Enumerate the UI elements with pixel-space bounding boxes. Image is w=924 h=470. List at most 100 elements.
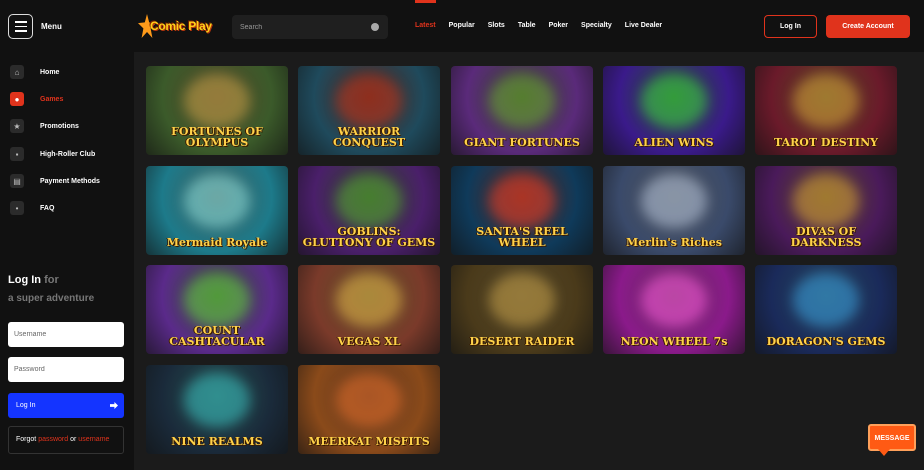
game-tile[interactable]: WARRIOR CONQUEST	[298, 66, 440, 155]
game-art	[641, 174, 707, 228]
sidebar-item-payment-methods[interactable]: ▤ Payment Methods	[10, 173, 100, 189]
home-icon: ⌂	[10, 65, 24, 79]
game-art	[641, 74, 707, 128]
sidebar-item-label: High-Roller Club	[40, 150, 96, 158]
sidebar-item-promotions[interactable]: ★ Promotions	[10, 118, 79, 134]
club-icon: ▪	[10, 147, 24, 161]
game-title: FORTUNES OF OLYMPUS	[171, 124, 263, 150]
search-input[interactable]	[232, 15, 362, 39]
game-title: Merlin's Riches	[626, 236, 722, 250]
game-tile[interactable]: NINE REALMS	[146, 365, 288, 454]
sidebar-item-high-roller-club[interactable]: ▪ High-Roller Club	[10, 146, 95, 162]
login-heading-main: Log In	[8, 274, 41, 286]
game-tile[interactable]: DESERT RAIDER	[451, 265, 593, 354]
login-button[interactable]: Log In	[764, 15, 817, 38]
game-tile[interactable]: MEERKAT MISFITS	[298, 365, 440, 454]
sidebar-item-label: Payment Methods	[40, 177, 100, 185]
nav-table[interactable]: Table	[518, 22, 536, 29]
game-tile[interactable]: DIVAS OF DARKNESS	[755, 166, 897, 255]
sidebar-item-label: Games	[40, 95, 64, 103]
faq-icon: •	[10, 201, 24, 215]
game-title: COUNT CASHTACULAR	[169, 323, 265, 349]
games-icon: ●	[10, 92, 24, 106]
arrow-right-icon	[110, 402, 118, 409]
game-art	[793, 174, 859, 228]
game-tile[interactable]: NEON WHEEL 7s	[603, 265, 745, 354]
game-title: GOBLINS: GLUTTONY OF GEMS	[302, 224, 436, 250]
sidebar-item-games[interactable]: ● Games	[10, 91, 63, 107]
game-art	[184, 74, 250, 128]
forgot-or: or	[70, 436, 77, 443]
nav-poker[interactable]: Poker	[549, 22, 568, 29]
forgot-credentials: Forgot password or username	[8, 426, 124, 454]
game-art	[184, 174, 250, 228]
game-tile[interactable]: COUNT CASHTACULAR	[146, 265, 288, 354]
game-title: Mermaid Royale	[166, 236, 268, 250]
hamburger-icon-line	[14, 30, 27, 32]
search-icon[interactable]	[371, 23, 379, 31]
game-tile[interactable]: Mermaid Royale	[146, 166, 288, 255]
game-art	[793, 273, 859, 327]
nav-slots[interactable]: Slots	[488, 22, 505, 29]
game-title: DORAGON'S GEMS	[766, 335, 886, 349]
game-tile[interactable]: VEGAS XL	[298, 265, 440, 354]
game-tile[interactable]: ALIEN WINS	[603, 66, 745, 155]
game-title: WARRIOR CONQUEST	[332, 124, 406, 150]
sidebar-item-label: Home	[40, 68, 60, 76]
game-title: ALIEN WINS	[634, 136, 714, 150]
game-tile[interactable]: GOBLINS: GLUTTONY OF GEMS	[298, 166, 440, 255]
nav-specialty[interactable]: Specialty	[581, 22, 612, 29]
game-tile[interactable]: TAROT DESTINY	[755, 66, 897, 155]
search-box[interactable]	[232, 15, 388, 39]
password-field[interactable]	[8, 357, 124, 382]
game-tile[interactable]: FORTUNES OF OLYMPUS	[146, 66, 288, 155]
login-heading-suffix: for	[44, 274, 59, 286]
game-title: DIVAS OF DARKNESS	[790, 224, 862, 250]
game-title: VEGAS XL	[337, 335, 401, 349]
game-title: GIANT FORTUNES	[464, 136, 580, 150]
hamburger-icon-line	[14, 25, 27, 28]
game-art	[489, 74, 555, 128]
login-heading: Log In for	[8, 274, 59, 286]
star-icon: ★	[10, 119, 24, 133]
wallet-icon: ▤	[10, 174, 24, 188]
forgot-prefix: Forgot	[16, 436, 37, 443]
game-title: SANTA'S REEL WHEEL	[476, 224, 568, 250]
sidebar-login-button[interactable]: Log In	[8, 393, 124, 418]
game-tile[interactable]: SANTA'S REEL WHEEL	[451, 166, 593, 255]
game-art	[336, 373, 402, 427]
game-title: MEERKAT MISFITS	[308, 435, 430, 449]
game-title: DESERT RAIDER	[469, 335, 575, 349]
nav-live-dealer[interactable]: Live Dealer	[625, 22, 662, 29]
game-art	[336, 74, 402, 128]
game-tile[interactable]: Merlin's Riches	[603, 166, 745, 255]
game-art	[184, 273, 250, 327]
message-button[interactable]: MESSAGE	[868, 424, 916, 456]
top-bar: Menu Comic Play Latest Popular Slots Tab…	[0, 0, 924, 52]
forgot-password-link[interactable]: password	[38, 436, 68, 443]
game-title: TAROT DESTINY	[774, 136, 878, 150]
nav-latest[interactable]: Latest	[415, 0, 436, 29]
hamburger-icon	[14, 21, 27, 23]
forgot-username-link[interactable]: username	[78, 436, 109, 443]
game-grid: FORTUNES OF OLYMPUS WARRIOR CONQUEST GIANT…	[134, 52, 924, 470]
site-logo[interactable]: Comic Play	[150, 19, 212, 33]
sidebar-item-label: Promotions	[40, 122, 79, 130]
game-art	[793, 74, 859, 128]
game-art	[336, 174, 402, 228]
create-account-button[interactable]: Create Account	[826, 15, 910, 38]
game-title: NEON WHEEL 7s	[620, 335, 728, 349]
game-title: NINE REALMS	[171, 435, 263, 449]
game-art	[184, 373, 250, 427]
sidebar-item-home[interactable]: ⌂ Home	[10, 64, 59, 80]
game-tile[interactable]: DORAGON'S GEMS	[755, 265, 897, 354]
game-tile[interactable]: GIANT FORTUNES	[451, 66, 593, 155]
game-art	[489, 273, 555, 327]
menu-label[interactable]: Menu	[41, 22, 62, 31]
nav-popular[interactable]: Popular	[449, 22, 475, 29]
username-field[interactable]	[8, 322, 124, 347]
sidebar-item-faq[interactable]: • FAQ	[10, 200, 54, 216]
game-art	[641, 273, 707, 327]
menu-button[interactable]	[8, 14, 33, 39]
game-art	[489, 174, 555, 228]
